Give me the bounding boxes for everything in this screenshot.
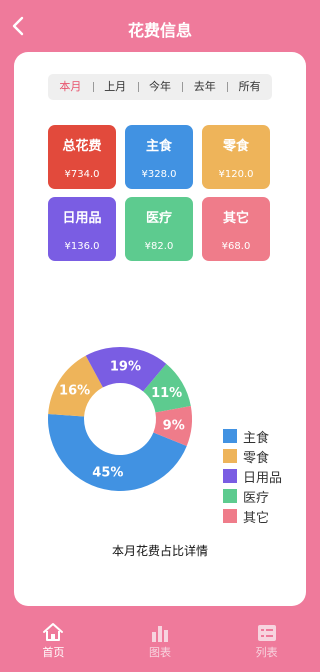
slice-snacks	[48, 355, 103, 417]
tile-value: ¥68.0	[221, 241, 251, 252]
legend-item-medical: 医疗	[223, 486, 282, 506]
legend-label: 其它	[243, 510, 270, 526]
legend-label: 日用品	[243, 470, 283, 486]
legend-item-snacks: 零食	[223, 446, 282, 466]
tile-total[interactable]: 总花费 ¥734.0	[48, 125, 116, 189]
tab-label: 列表	[255, 646, 278, 659]
period-last-year[interactable]: 去年	[182, 74, 227, 100]
slice-medical-label: 11%	[151, 386, 182, 401]
tab-home[interactable]: 首页	[0, 616, 107, 672]
legend-item-other: 其它	[223, 506, 282, 526]
chart-legend: 主食 零食 日用品 医疗 其它	[223, 426, 282, 526]
home-icon	[42, 620, 64, 642]
tile-value: ¥328.0	[141, 169, 177, 180]
tile-medical[interactable]: 医疗 ¥82.0	[125, 197, 193, 261]
slice-daily-goods	[85, 347, 167, 392]
tile-daily-goods[interactable]: 日用品 ¥136.0	[48, 197, 116, 261]
legend-swatch	[223, 509, 237, 523]
tile-staple-food[interactable]: 主食 ¥328.0	[125, 125, 193, 189]
slice-staple-food-label: 45%	[92, 466, 123, 481]
slice-daily-goods-label: 19%	[110, 359, 141, 374]
tab-chart[interactable]: 图表	[107, 616, 214, 672]
tile-label: 主食	[145, 139, 172, 154]
tile-value: ¥734.0	[64, 169, 100, 180]
tile-label: 总花费	[62, 139, 102, 154]
top-bar: 花费信息	[0, 0, 320, 52]
slice-medical	[143, 363, 191, 413]
legend-swatch	[223, 489, 237, 503]
legend-swatch	[223, 449, 237, 463]
tile-value: ¥120.0	[218, 169, 254, 180]
slice-other-label: 9%	[163, 418, 185, 433]
period-last-month[interactable]: 上月	[92, 74, 138, 100]
chart-title: 本月花费占比详情	[111, 544, 208, 558]
legend-item-staple-food: 主食	[223, 426, 282, 446]
legend-label: 零食	[243, 450, 270, 466]
period-selector: 本月 上月 今年 去年 所有	[48, 74, 272, 100]
tab-list[interactable]: 列表	[213, 616, 320, 672]
page-title: 花费信息	[127, 21, 192, 40]
period-all[interactable]: 所有	[227, 74, 272, 100]
slice-other	[153, 406, 193, 446]
tile-value: ¥136.0	[64, 241, 100, 252]
tile-snacks[interactable]: 零食 ¥120.0	[202, 125, 270, 189]
tab-label: 图表	[149, 646, 171, 659]
tile-other[interactable]: 其它 ¥68.0	[202, 197, 270, 261]
bar-chart-icon	[150, 620, 170, 642]
tile-label: 日用品	[62, 211, 102, 226]
legend-item-daily-goods: 日用品	[223, 466, 282, 486]
slice-snacks-label: 16%	[59, 384, 90, 399]
tab-label: 首页	[42, 646, 65, 659]
period-this-month[interactable]: 本月	[48, 74, 93, 100]
bottom-tab-bar: 首页 图表 列表	[0, 616, 320, 672]
content-card: 本月 上月 今年 去年 所有 总花费 ¥734.0 主食 ¥328.0 零食 ¥…	[14, 52, 306, 606]
list-icon	[257, 620, 277, 642]
legend-label: 医疗	[243, 490, 270, 506]
period-this-year[interactable]: 今年	[137, 74, 183, 100]
tile-label: 其它	[222, 211, 249, 226]
legend-swatch	[223, 469, 237, 483]
legend-swatch	[223, 429, 237, 443]
tile-label: 零食	[222, 139, 249, 154]
tile-label: 医疗	[145, 211, 172, 226]
legend-label: 主食	[243, 430, 270, 446]
tile-value: ¥82.0	[144, 241, 174, 252]
slice-staple-food	[48, 413, 187, 491]
